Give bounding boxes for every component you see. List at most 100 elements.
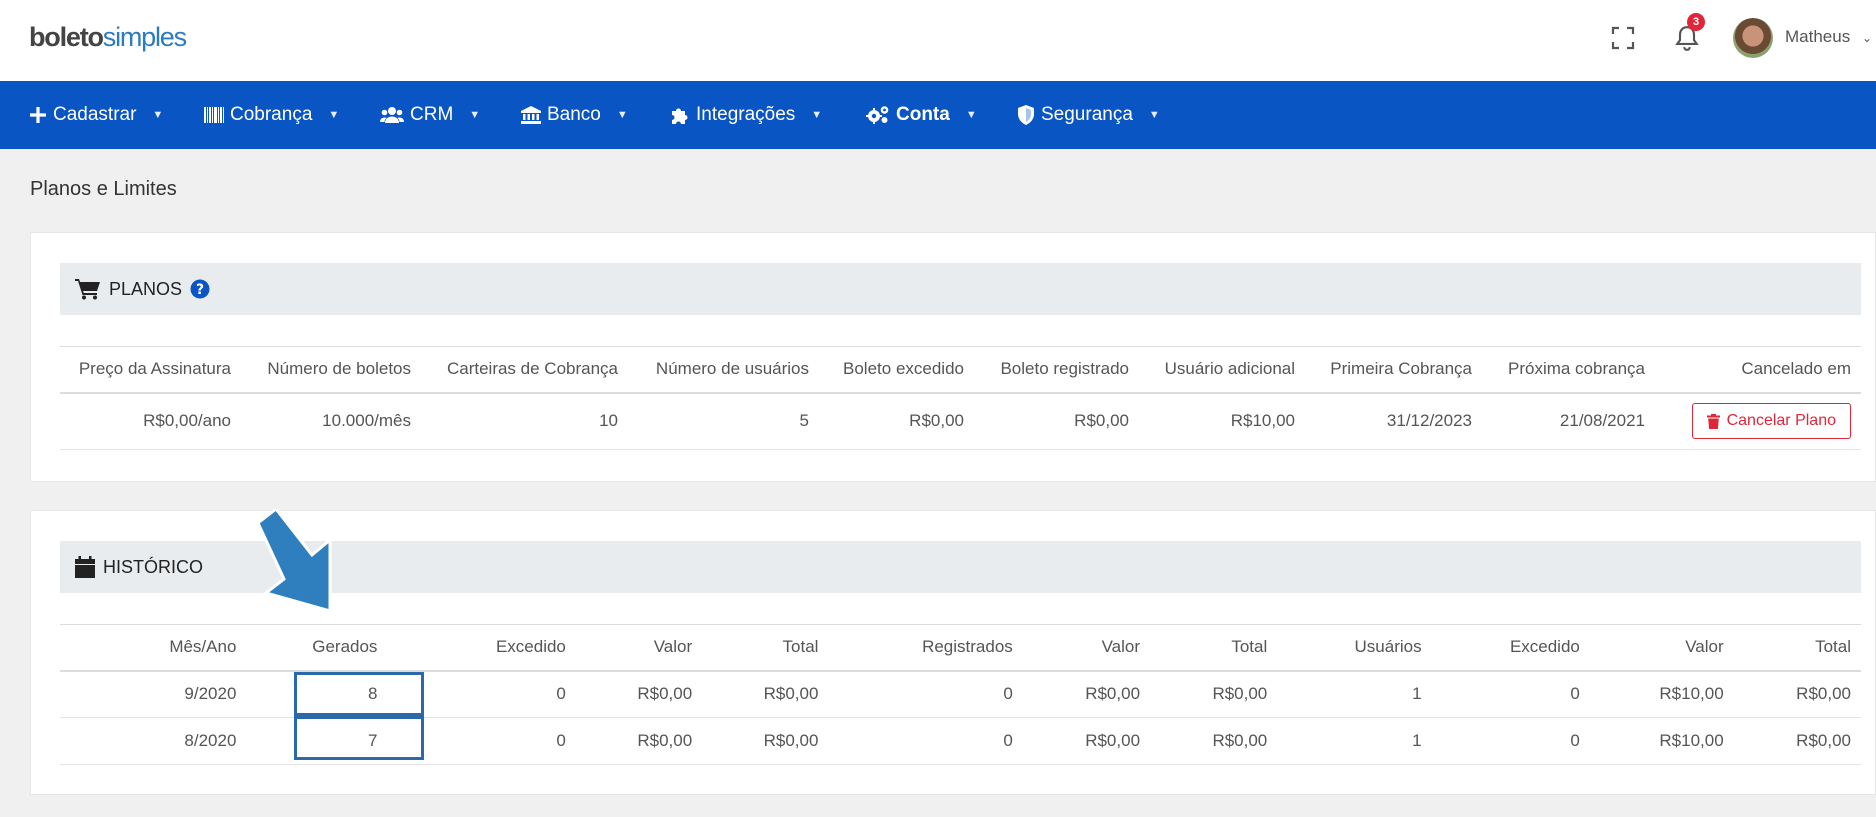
cell: 9/2020 [60, 670, 247, 718]
logo-part1: boleto [29, 22, 104, 52]
user-name[interactable]: Matheus [1785, 27, 1850, 47]
cancel-plan-label: Cancelar Plano [1726, 412, 1836, 430]
column-header: Registrados [828, 624, 1023, 672]
column-header: Total [1150, 624, 1278, 672]
plans-title: PLANOS [109, 278, 183, 299]
cell: R$0,00 [575, 670, 703, 718]
plans-table: Preço da Assinatura Número de boletos Ca… [60, 346, 1861, 450]
cell: R$0,00 [1022, 717, 1151, 765]
cell: 0 [1431, 670, 1590, 718]
logo[interactable]: boletosimples [29, 22, 187, 53]
cell-proxima-cobranca: 21/08/2021 [1482, 392, 1655, 450]
column-header: Número de usuários [628, 346, 819, 394]
chevron-down-icon: ▼ [616, 109, 628, 121]
cell-price: R$0,00/ano [60, 392, 241, 450]
column-header: Número de boletos [241, 346, 421, 394]
nav-item-label: Banco [547, 104, 601, 125]
cell: 8/2020 [60, 717, 247, 765]
cell: R$10,00 [1589, 717, 1734, 765]
chevron-down-icon: ▼ [328, 109, 340, 121]
cell-boleto-registrado: R$0,00 [974, 392, 1139, 450]
column-header: Total [1733, 624, 1861, 672]
cell: R$0,00 [1022, 670, 1151, 718]
calendar-icon [75, 556, 95, 578]
cell: R$0,00 [575, 717, 703, 765]
cell-carteiras: 10 [421, 392, 628, 450]
nav-item-cobranca[interactable]: Cobrança ▼ [204, 81, 339, 149]
nav-item-label: Conta [896, 104, 950, 125]
barcode-icon [204, 107, 224, 123]
column-header: Valor [575, 624, 703, 672]
cancel-plan-button[interactable]: Cancelar Plano [1691, 403, 1851, 440]
nav-item-banco[interactable]: Banco ▼ [521, 81, 628, 149]
nav-item-label: Integrações [696, 104, 796, 125]
top-header: boletosimples 3 Matheus ⌄ [0, 0, 1876, 81]
nav-item-conta[interactable]: Conta ▼ [866, 81, 977, 149]
cell: R$0,00 [1733, 717, 1861, 765]
bank-icon [521, 106, 541, 124]
column-header: Gerados [246, 624, 388, 672]
cell: R$0,00 [1150, 717, 1278, 765]
table-row: R$0,00/ano 10.000/mês 10 5 R$0,00 R$0,00… [60, 392, 1861, 450]
cell-cancelado-em: Cancelar Plano [1655, 392, 1861, 450]
trash-icon [1706, 413, 1720, 429]
column-header: Boleto registrado [974, 346, 1139, 394]
cell-boletos: 10.000/mês [241, 392, 421, 450]
chevron-down-icon: ▼ [965, 109, 977, 121]
cell: 0 [828, 670, 1023, 718]
cell: R$0,00 [702, 717, 829, 765]
column-header: Primeira Cobrança [1305, 346, 1482, 394]
table-header-row: Preço da Assinatura Número de boletos Ca… [60, 346, 1861, 394]
nav-item-seguranca[interactable]: Segurança ▼ [1017, 81, 1160, 149]
svg-text:?: ? [196, 282, 204, 298]
column-header: Carteiras de Cobrança [421, 346, 628, 394]
nav-item-crm[interactable]: CRM ▼ [380, 81, 480, 149]
column-header: Boleto excedido [819, 346, 974, 394]
chevron-down-icon: ▼ [152, 109, 164, 121]
cell: 0 [1431, 717, 1590, 765]
avatar[interactable] [1733, 18, 1773, 58]
logo-part2: simples [102, 22, 187, 52]
chevron-down-icon[interactable]: ⌄ [1862, 31, 1872, 45]
users-icon [380, 107, 404, 123]
column-header: Valor [1022, 624, 1151, 672]
column-header: Excedido [1431, 624, 1590, 672]
cell: R$0,00 [1733, 670, 1861, 718]
puzzle-icon [672, 108, 688, 124]
cell: 1 [1277, 717, 1432, 765]
column-header: Próxima cobrança [1482, 346, 1655, 394]
column-header: Valor [1589, 624, 1734, 672]
nav-item-label: CRM [410, 104, 454, 125]
cell: 1 [1277, 670, 1432, 718]
help-icon[interactable]: ? [190, 279, 210, 299]
chevron-down-icon: ▼ [469, 109, 481, 121]
history-title: HISTÓRICO [103, 556, 204, 577]
shopping-cart-icon [75, 279, 100, 300]
cell-primeira-cobranca: 31/12/2023 [1305, 392, 1482, 450]
column-header: Usuários [1277, 624, 1432, 672]
chevron-down-icon: ▼ [811, 109, 823, 121]
nav-item-label: Cobrança [230, 104, 313, 125]
column-header: Usuário adicional [1139, 346, 1305, 394]
cell: R$0,00 [1150, 670, 1278, 718]
main-navbar: Cadastrar ▼ Cobrança ▼ CRM ▼ Banco ▼ Int… [0, 81, 1876, 149]
annotation-arrow-icon [256, 509, 332, 613]
nav-item-label: Cadastrar [53, 104, 137, 125]
gears-icon [866, 106, 889, 124]
notification-badge: 3 [1687, 13, 1705, 31]
chevron-down-icon: ▼ [1148, 109, 1160, 121]
nav-item-label: Segurança [1041, 104, 1133, 125]
column-header: Cancelado em [1655, 346, 1861, 394]
plans-card: PLANOS ? Preço da Assinatura Número de b… [30, 232, 1876, 482]
cell: R$10,00 [1589, 670, 1734, 718]
plus-icon [30, 107, 46, 123]
nav-item-integracoes[interactable]: Integrações ▼ [670, 81, 822, 149]
column-header: Preço da Assinatura [60, 346, 241, 394]
cell-usuarios: 5 [628, 392, 819, 450]
highlight-box-gerados-row2 [294, 716, 424, 760]
plans-header: PLANOS ? [60, 263, 1861, 315]
nav-item-cadastrar[interactable]: Cadastrar ▼ [29, 81, 163, 149]
cell: R$0,00 [702, 670, 829, 718]
shield-icon [1018, 105, 1034, 125]
fullscreen-icon[interactable] [1611, 26, 1635, 50]
